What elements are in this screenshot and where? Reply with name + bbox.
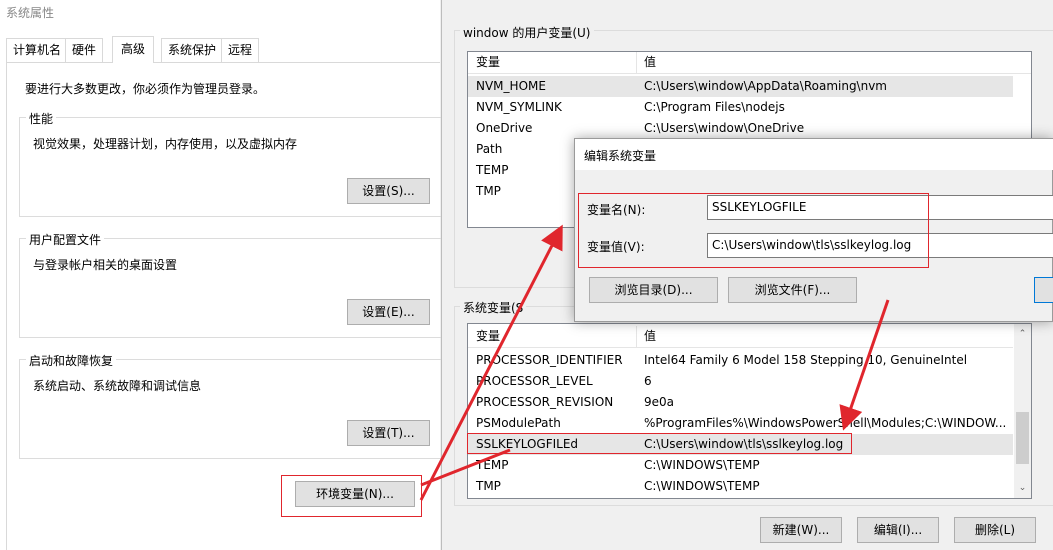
system-vars-header: 变量 值 [468, 326, 1013, 348]
var-name: PROCESSOR_REVISION [476, 395, 614, 409]
column-header-variable[interactable]: 变量 [476, 52, 500, 73]
admin-notice: 要进行大多数更改，你必须作为管理员登录。 [25, 82, 266, 96]
var-name: PROCESSOR_IDENTIFIER [476, 353, 623, 367]
performance-settings-button[interactable]: 设置(S)... [347, 178, 430, 204]
startup-title: 启动和故障恢复 [26, 352, 117, 369]
var-name: NVM_SYMLINK [476, 100, 562, 114]
browse-directory-button[interactable]: 浏览目录(D)... [589, 277, 718, 303]
list-item[interactable]: PROCESSOR_LEVEL 6 [468, 371, 1013, 392]
edit-system-variable-dialog: 编辑系统变量 变量名(N): SSLKEYLOGFILE 变量值(V): C:\… [574, 138, 1053, 322]
var-value: C:\Users\window\OneDrive [644, 121, 805, 135]
var-name: TEMP [476, 458, 509, 472]
var-name: PSModulePath [476, 416, 561, 430]
var-value: C:\WINDOWS\TEMP [644, 458, 760, 472]
list-item[interactable]: TMP C:\WINDOWS\TEMP [468, 476, 1013, 497]
var-value: 6 [644, 374, 652, 388]
var-name: PROCESSOR_LEVEL [476, 374, 593, 388]
tab-strip: 计算机名 硬件 高级 系统保护 远程 [0, 36, 440, 63]
var-name: NVM_HOME [476, 79, 546, 93]
user-vars-title: window 的用户变量(U) [460, 24, 594, 41]
new-button[interactable]: 新建(W)... [760, 517, 842, 543]
system-vars-list[interactable]: 变量 值 PROCESSOR_IDENTIFIER Intel64 Family … [467, 323, 1032, 499]
performance-desc: 视觉效果，处理器计划，内存使用，以及虚拟内存 [33, 137, 298, 151]
list-item[interactable]: TEMP C:\WINDOWS\TEMP [468, 455, 1013, 476]
var-value: Intel64 Family 6 Model 158 Stepping 10, … [644, 353, 968, 367]
annotation-dialog-box [578, 193, 929, 268]
column-header-variable[interactable]: 变量 [476, 326, 500, 347]
var-value: 9e0a [644, 395, 675, 409]
list-item[interactable]: PROCESSOR_IDENTIFIER Intel64 Family 6 Mod… [468, 350, 1013, 371]
var-value: C:\Users\window\AppData\Roaming\nvm [644, 79, 887, 93]
var-name: TEMP [476, 163, 509, 177]
dialog-title: 编辑系统变量 [584, 149, 657, 163]
var-name: OneDrive [476, 121, 533, 135]
delete-button[interactable]: 删除(L) [954, 517, 1036, 543]
performance-title: 性能 [26, 110, 57, 127]
list-item[interactable]: NVM_SYMLINK C:\Program Files\nodejs [468, 97, 1031, 118]
dialog-titlebar[interactable]: 编辑系统变量 [575, 139, 1053, 170]
list-item[interactable]: NVM_HOME C:\Users\window\AppData\Roaming\… [468, 76, 1013, 97]
user-profiles-title: 用户配置文件 [26, 231, 105, 248]
edit-button[interactable]: 编辑(I)... [857, 517, 939, 543]
scroll-down-icon[interactable]: ⌄ [1014, 480, 1031, 496]
var-name: TMP [476, 479, 501, 493]
var-name: Path [476, 142, 503, 156]
ok-button-partial[interactable] [1034, 277, 1053, 303]
var-value: C:\WINDOWS\TEMP [644, 479, 760, 493]
scroll-up-icon[interactable]: ⌃ [1014, 326, 1031, 342]
tab-hardware[interactable]: 硬件 [65, 38, 104, 62]
user-profiles-desc: 与登录帐户相关的桌面设置 [33, 258, 178, 272]
var-value: %ProgramFiles%\WindowsPowerShell\Modules… [644, 416, 1007, 430]
column-header-value[interactable]: 值 [644, 52, 656, 73]
var-name: TMP [476, 184, 501, 198]
tab-computer-name[interactable]: 计算机名 [6, 38, 69, 62]
browse-file-button[interactable]: 浏览文件(F)... [728, 277, 857, 303]
scrollbar-thumb[interactable] [1016, 412, 1029, 464]
user-vars-header: 变量 值 [468, 52, 1031, 74]
annotation-env-button-box [281, 475, 422, 517]
var-value: C:\Program Files\nodejs [644, 100, 785, 114]
column-header-value[interactable]: 值 [644, 326, 656, 347]
annotation-row-box [467, 433, 852, 454]
vertical-scrollbar[interactable]: ⌃ ⌄ [1014, 324, 1031, 498]
window-title: 系统属性 [6, 6, 55, 20]
system-vars-title: 系统变量(S [460, 299, 527, 316]
list-item[interactable]: PSModulePath %ProgramFiles%\WindowsPowerS… [468, 413, 1013, 434]
column-divider [636, 52, 637, 74]
column-divider [636, 326, 637, 348]
startup-settings-button[interactable]: 设置(T)... [347, 420, 430, 446]
tab-advanced[interactable]: 高级 [112, 36, 155, 63]
startup-desc: 系统启动、系统故障和调试信息 [33, 379, 202, 393]
user-profiles-settings-button[interactable]: 设置(E)... [347, 299, 430, 325]
system-properties-window: 系统属性 计算机名 硬件 高级 系统保护 远程 要进行大多数更改，你必须作为管理… [0, 0, 459, 550]
list-item[interactable]: OneDrive C:\Users\window\OneDrive [468, 118, 1031, 139]
tab-system-protection[interactable]: 系统保护 [161, 38, 224, 62]
list-item[interactable]: PROCESSOR_REVISION 9e0a [468, 392, 1013, 413]
tab-remote[interactable]: 远程 [221, 38, 260, 62]
